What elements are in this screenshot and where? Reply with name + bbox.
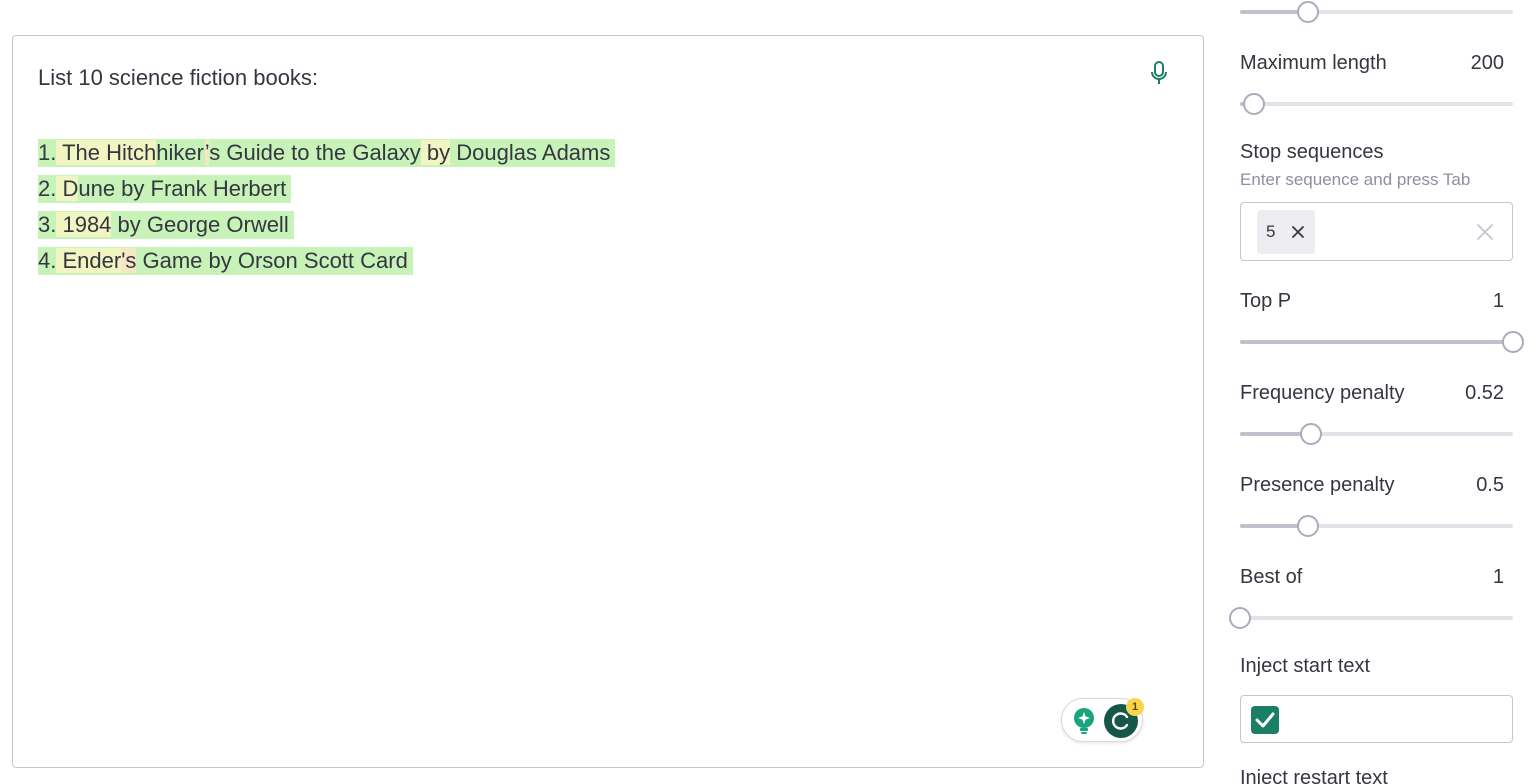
remove-chip-icon[interactable] — [1290, 224, 1306, 240]
slider-fill — [1240, 340, 1513, 344]
stop-sequence-chip: 5 — [1257, 210, 1315, 254]
slider-thumb[interactable] — [1229, 607, 1251, 629]
slider-thumb[interactable] — [1242, 93, 1265, 115]
completion-line: 3. 1984 by George Orwell — [38, 207, 615, 243]
completion-token: s Guide to the Galaxy — [209, 140, 421, 165]
completion-token: Douglas Adams — [450, 140, 611, 165]
microphone-icon[interactable] — [1149, 60, 1169, 86]
completion-token: D — [56, 176, 79, 201]
completion-line-3: 3. 1984 by George Orwell — [38, 211, 294, 239]
completion-line: 2. Dune by Frank Herbert — [38, 171, 615, 207]
maximum-length-slider[interactable] — [1240, 93, 1513, 115]
completion-line-1: 1. The Hitchhiker’s Guide to the Galaxy … — [38, 139, 616, 167]
frequency-penalty-label: Frequency penalty — [1240, 382, 1405, 404]
top-p-value[interactable]: 1 — [1493, 290, 1504, 313]
slider-thumb[interactable] — [1502, 331, 1524, 353]
completion-text[interactable]: 1. The Hitchhiker’s Guide to the Galaxy … — [38, 135, 616, 279]
completion-token: Ender — [56, 248, 122, 273]
presence-penalty-label: Presence penalty — [1240, 474, 1395, 496]
stop-sequences-label: Stop sequences — [1240, 141, 1384, 163]
completion-token: by — [420, 140, 451, 165]
stop-sequences-input[interactable]: 5 — [1240, 202, 1513, 261]
slider-thumb[interactable] — [1299, 423, 1322, 445]
completion-line-2: 2. Dune by Frank Herbert — [38, 175, 292, 203]
maximum-length-label: Maximum length — [1240, 52, 1387, 74]
completion-token: 4. — [38, 248, 57, 273]
completion-token: une by Frank Herbert — [78, 176, 287, 201]
stop-sequences-hint: Enter sequence and press Tab — [1240, 170, 1471, 189]
slider-thumb[interactable] — [1297, 515, 1320, 537]
inject-start-text-input[interactable] — [1240, 695, 1513, 743]
inject-start-text-label: Inject start text — [1240, 655, 1371, 677]
best-of-slider[interactable] — [1229, 607, 1513, 629]
maximum-length-value[interactable]: 200 — [1471, 52, 1504, 75]
lightbulb-icon[interactable] — [1071, 707, 1097, 735]
presence-penalty-value[interactable]: 0.5 — [1476, 474, 1504, 497]
writing-assistant-widget[interactable]: 1 — [1061, 698, 1144, 742]
slider-top[interactable] — [1240, 1, 1513, 23]
best-of-value[interactable]: 1 — [1493, 566, 1504, 589]
frequency-penalty-slider[interactable] — [1240, 423, 1513, 445]
stop-sequence-chip-label: 5 — [1266, 222, 1276, 241]
completion-line: 1. The Hitchhiker’s Guide to the Galaxy … — [38, 135, 616, 171]
completion-token: 's — [121, 248, 137, 273]
inject-start-text-checkbox[interactable] — [1251, 706, 1279, 734]
top-p-label: Top P — [1240, 290, 1292, 312]
completion-token: 1. — [38, 140, 57, 165]
best-of-label: Best of — [1240, 566, 1303, 588]
frequency-penalty-value[interactable]: 0.52 — [1465, 382, 1504, 405]
completion-token: 3. — [38, 212, 57, 237]
completion-token: by George Orwell — [111, 212, 289, 237]
inject-restart-text-label: Inject restart text — [1240, 767, 1388, 784]
prompt-text[interactable]: List 10 science fiction books: — [38, 64, 318, 92]
top-p-slider[interactable] — [1240, 331, 1524, 353]
completion-token: The — [56, 140, 100, 165]
prompt-editor[interactable]: List 10 science fiction books: 1. The Hi… — [12, 35, 1204, 768]
settings-panel: Maximum length 200 Stop sequences Enter … — [1229, 0, 1524, 784]
completion-token: 2. — [38, 176, 57, 201]
completion-line: 4. Ender's Game by Orson Scott Card — [38, 243, 615, 279]
completion-token: Game by Orson Scott Card — [136, 248, 408, 273]
completion-token: Hitch — [99, 140, 157, 165]
clear-all-icon[interactable] — [1476, 223, 1494, 241]
completion-token: hiker — [156, 140, 205, 165]
completion-token: 1984 — [56, 212, 112, 237]
completion-line-4: 4. Ender's Game by Orson Scott Card — [38, 247, 413, 275]
slider-thumb[interactable] — [1297, 1, 1320, 23]
presence-penalty-slider[interactable] — [1240, 515, 1513, 537]
notification-badge: 1 — [1126, 698, 1144, 716]
